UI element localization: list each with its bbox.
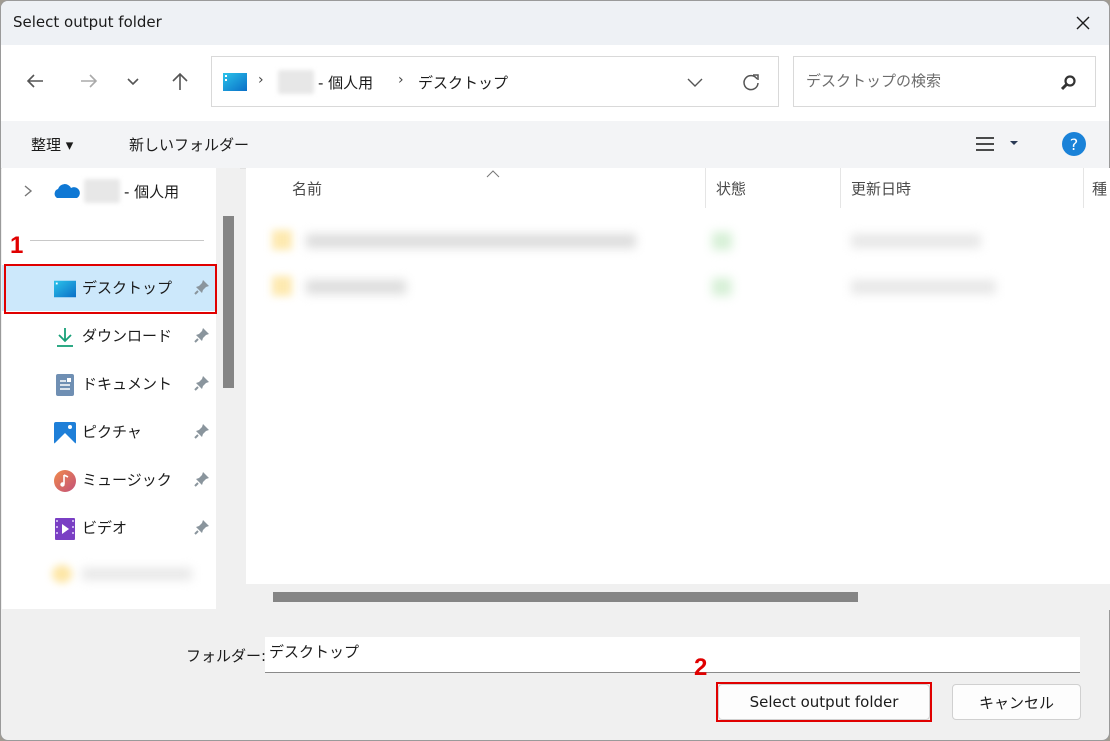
folder-icon: [52, 565, 72, 583]
navigation-bar: › - 個人用 › デスクトップ: [1, 45, 1109, 121]
column-divider[interactable]: [840, 168, 841, 208]
back-button[interactable]: [21, 67, 49, 95]
search-input[interactable]: [804, 71, 1048, 91]
organize-menu[interactable]: 整理 ▾: [31, 134, 73, 155]
title-bar: Select output folder: [1, 1, 1109, 45]
pictures-icon: [54, 422, 76, 444]
redacted-filename: [306, 234, 636, 248]
sidebar-scrollbar-thumb[interactable]: [223, 216, 234, 388]
refresh-icon[interactable]: [740, 71, 762, 93]
column-divider[interactable]: [705, 168, 706, 208]
forward-button[interactable]: [75, 67, 103, 95]
pin-icon[interactable]: [194, 375, 210, 391]
sidebar-item-pictures[interactable]: ピクチャ: [2, 409, 216, 455]
pin-icon[interactable]: [194, 423, 210, 439]
sidebar-item-label: ビデオ: [82, 519, 128, 537]
folder-name-input[interactable]: [265, 637, 1080, 673]
column-divider[interactable]: [1083, 168, 1084, 208]
recent-locations-button[interactable]: [119, 67, 147, 95]
folder-icon: [272, 230, 292, 250]
breadcrumb-separator: ›: [258, 72, 264, 88]
search-icon: [1060, 75, 1076, 91]
sidebar-item-label: ミュージック: [82, 471, 172, 489]
table-row[interactable]: [266, 226, 1110, 256]
redacted-username: [278, 70, 314, 94]
column-header-type[interactable]: 種: [1092, 178, 1107, 199]
sidebar-item-downloads[interactable]: ダウンロード: [2, 313, 216, 359]
redacted-label: [82, 568, 192, 580]
view-dropdown-icon[interactable]: [1009, 139, 1019, 147]
up-arrow-icon: [172, 72, 188, 90]
sort-ascending-icon: [486, 170, 500, 178]
table-row[interactable]: [266, 272, 1110, 302]
close-icon: [1076, 16, 1090, 30]
sidebar-item-documents[interactable]: ドキュメント: [2, 361, 216, 407]
help-icon[interactable]: ?: [1061, 131, 1087, 157]
pin-icon[interactable]: [194, 279, 210, 295]
video-icon: [55, 518, 75, 540]
view-options-icon[interactable]: [973, 134, 997, 154]
address-dropdown-icon[interactable]: [686, 74, 704, 90]
column-header-status[interactable]: 状態: [716, 178, 746, 199]
file-list: 名前 状態 更新日時 種: [246, 168, 1110, 584]
desktop-icon: [54, 280, 76, 298]
redacted-date: [851, 234, 981, 248]
sidebar-item-label: - 個人用: [124, 183, 180, 201]
sidebar-item-label: ドキュメント: [82, 375, 173, 393]
sidebar-item-label: ダウンロード: [82, 327, 173, 345]
forward-arrow-icon: [81, 74, 98, 88]
horizontal-scrollbar-thumb[interactable]: [273, 592, 858, 602]
folder-icon: [272, 276, 292, 296]
music-icon: [54, 470, 76, 492]
cancel-button[interactable]: キャンセル: [952, 684, 1081, 720]
breadcrumb-separator: ›: [398, 72, 404, 88]
address-bar[interactable]: › - 個人用 › デスクトップ: [211, 56, 779, 107]
window-title: Select output folder: [13, 13, 162, 31]
status-icon: [712, 232, 732, 250]
redacted-date: [851, 280, 996, 294]
sidebar-item-videos[interactable]: ビデオ: [2, 505, 216, 551]
document-icon: [56, 374, 74, 396]
sidebar-item-label: デスクトップ: [82, 279, 173, 297]
column-header-name[interactable]: 名前: [292, 178, 322, 199]
select-output-folder-button[interactable]: Select output folder: [718, 684, 930, 720]
breadcrumb-desktop[interactable]: デスクトップ: [418, 72, 508, 93]
chevron-down-icon: [127, 78, 139, 86]
redacted-username: [84, 179, 120, 203]
sidebar-item-redacted-folder[interactable]: [44, 562, 198, 586]
new-folder-button[interactable]: 新しいフォルダー: [129, 134, 249, 155]
close-button[interactable]: [1071, 11, 1095, 35]
status-icon: [712, 278, 732, 296]
column-header-modified[interactable]: 更新日時: [851, 178, 911, 199]
back-arrow-icon: [26, 74, 43, 88]
command-bar: 整理 ▾ 新しいフォルダー ?: [1, 121, 1109, 169]
search-box[interactable]: [793, 56, 1096, 107]
pin-icon[interactable]: [194, 471, 210, 487]
desktop-icon: [223, 73, 247, 91]
expand-chevron-icon[interactable]: [22, 184, 34, 198]
step-number-2: 2: [694, 654, 708, 681]
pin-icon[interactable]: [194, 327, 210, 343]
onedrive-cloud-icon: [54, 184, 80, 198]
sidebar-item-music[interactable]: ミュージック: [2, 457, 216, 503]
pin-icon[interactable]: [194, 519, 210, 535]
sidebar-item-desktop[interactable]: デスクトップ: [2, 265, 216, 311]
sidebar-item-onedrive[interactable]: - 個人用: [2, 168, 216, 214]
redacted-filename: [306, 280, 406, 294]
download-icon: [57, 328, 73, 347]
sidebar-item-label: ピクチャ: [82, 423, 142, 441]
svg-text:?: ?: [1070, 135, 1079, 154]
breadcrumb-onedrive[interactable]: - 個人用: [318, 72, 373, 93]
step-number-1: 1: [10, 232, 24, 259]
up-button[interactable]: [166, 67, 194, 95]
folder-label: フォルダー:: [186, 647, 267, 665]
sidebar-divider: [30, 240, 204, 241]
